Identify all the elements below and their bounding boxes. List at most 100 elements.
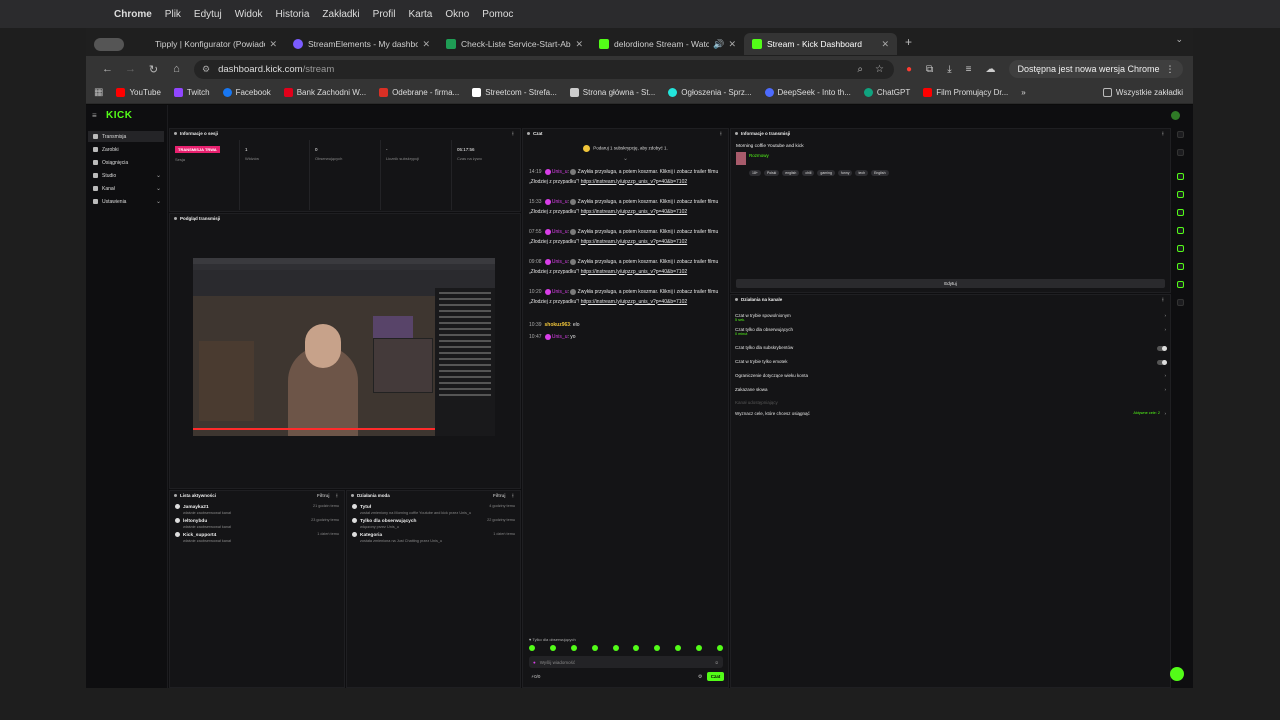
close-icon[interactable]: ✕ <box>881 39 889 50</box>
layout-side-icon[interactable] <box>1177 299 1184 306</box>
close-icon[interactable]: ✕ <box>575 39 583 50</box>
bookmark-chatgpt[interactable]: ChatGPT <box>863 88 910 97</box>
chat-username[interactable]: Unis_u <box>552 229 568 235</box>
bookmarks-overflow-icon[interactable]: » <box>1021 88 1025 97</box>
kick-logo[interactable]: KICK <box>106 110 132 121</box>
tab-kick-dashboard[interactable]: Stream - Kick Dashboard ✕ <box>744 33 897 55</box>
panel-toggle-icon[interactable] <box>1177 227 1184 234</box>
menu-edit[interactable]: Edytuj <box>194 9 222 20</box>
filter-button[interactable]: Filtruj <box>317 493 330 498</box>
chat-link[interactable]: https://instream.ly/uipzzp_unis_v?p=40&b… <box>581 209 687 215</box>
kebab-icon[interactable]: ⋮ <box>335 493 340 499</box>
hamburger-icon[interactable]: ≡ <box>92 111 97 120</box>
zoom-icon[interactable]: ⌕ <box>857 64 863 75</box>
bookmark-twitch[interactable]: Twitch <box>173 88 210 97</box>
setting-followers-only[interactable]: Czat tylko dla obserwujących 0 minut › <box>735 327 1166 336</box>
chat-username[interactable]: Unis_u <box>552 334 568 340</box>
emote-icon[interactable] <box>570 645 577 651</box>
update-chrome-button[interactable]: Dostępna jest nowa wersja Chrome ⋮ <box>1009 60 1183 78</box>
chat-username[interactable]: shokuz963 <box>545 322 571 328</box>
setting-account-age[interactable]: Ograniczenie dotyczące wieku konta › <box>735 373 1166 378</box>
nav-item-transmisja[interactable]: Transmisja <box>88 131 164 142</box>
chat-username[interactable]: Unis_u <box>552 289 568 295</box>
panel-toggle-icon[interactable] <box>1177 263 1184 270</box>
subs-only-toggle[interactable] <box>1157 346 1167 351</box>
nav-item-zarobki[interactable]: Zarobki <box>88 144 164 155</box>
forward-icon[interactable]: → <box>119 63 142 75</box>
send-chat-button[interactable]: Czat <box>707 672 724 681</box>
panel-toggle-icon[interactable] <box>1177 173 1184 180</box>
activity-name[interactable]: Kick_support4 <box>183 533 216 538</box>
extensions-icon[interactable]: ⧉ <box>926 64 933 75</box>
kebab-icon[interactable]: ⋮ <box>719 131 724 137</box>
all-bookmarks[interactable]: Wszystkie zakładki <box>1102 88 1183 97</box>
bookmark-deepseek[interactable]: DeepSeek - Into th... <box>764 88 851 97</box>
emote-only-toggle[interactable] <box>1157 360 1167 365</box>
panel-toggle-icon[interactable] <box>1177 209 1184 216</box>
chat-input[interactable]: ● Wyślij wiadomość ☺ <box>529 656 723 668</box>
nav-item-osiagniecia[interactable]: Osiągnięcia <box>88 157 164 168</box>
bookmark-facebook[interactable]: Facebook <box>222 88 271 97</box>
pen-side-icon[interactable] <box>1177 149 1184 156</box>
emote-icon[interactable] <box>549 645 556 651</box>
tab-delordione[interactable]: delordione Stream - Watch 🔊 ✕ <box>591 33 744 55</box>
stream-category[interactable]: Rozmowy <box>749 153 769 158</box>
back-icon[interactable]: ← <box>96 63 119 75</box>
kebab-icon[interactable]: ⋮ <box>1161 131 1166 137</box>
setting-slow-mode[interactable]: Czat w trybie spowolnionym 5 sek. › <box>735 313 1166 322</box>
chat-link[interactable]: https://instream.ly/uipzzp_unis_v?p=40&b… <box>581 239 687 245</box>
close-icon[interactable]: ✕ <box>269 39 277 50</box>
menu-file[interactable]: Plik <box>165 9 181 20</box>
address-bar[interactable]: ⚙ dashboard.kick.com/stream ⌕ ☆ <box>194 59 894 79</box>
tab-tipply[interactable]: Tipply | Konfigurator (Powiadomienia) ✕ <box>132 33 285 55</box>
emote-icon[interactable] <box>696 645 702 651</box>
chevron-down-icon[interactable]: ⌄ <box>623 155 628 162</box>
chat-username[interactable]: Unis_u <box>552 199 568 205</box>
emote-icon[interactable] <box>675 645 682 651</box>
settings-side-icon[interactable] <box>1177 131 1184 138</box>
activity-name[interactable]: Jamayka21 <box>183 505 209 510</box>
download-icon[interactable]: ⤓ <box>947 64 951 75</box>
profile-icon[interactable]: ☁ <box>985 64 995 75</box>
setting-banned-words[interactable]: Zakazane słowa › <box>735 387 1166 392</box>
panel-toggle-icon[interactable] <box>1177 191 1184 198</box>
help-icon[interactable] <box>1170 667 1184 681</box>
menu-bookmarks[interactable]: Zakładki <box>322 9 359 20</box>
emote-icon[interactable] <box>529 645 535 651</box>
avatar[interactable] <box>1171 111 1180 120</box>
filter-button[interactable]: Filtruj <box>493 493 506 498</box>
tab-checklist[interactable]: Check-Liste Service-Start-Abrechnung ✕ <box>438 33 591 55</box>
nav-item-studio[interactable]: Studio ⌄ <box>88 170 164 181</box>
close-icon[interactable]: ✕ <box>422 39 430 50</box>
bookmark-bank[interactable]: Bank Zachodni W... <box>283 88 366 97</box>
emote-icon[interactable] <box>591 645 598 651</box>
bookmark-strona[interactable]: Strona główna - St... <box>569 88 655 97</box>
sub-goal-banner[interactable]: Podaruj 1 subskrypcję, aby zdobyć 1. <box>523 145 728 152</box>
menu-tab[interactable]: Karta <box>408 9 432 20</box>
menu-window[interactable]: Okno <box>445 9 469 20</box>
chat-username[interactable]: Unis_u <box>552 169 568 175</box>
kebab-icon[interactable]: ⋮ <box>511 131 516 137</box>
bookmark-odebrane[interactable]: Odebrane - firma... <box>379 88 459 97</box>
panel-toggle-icon[interactable] <box>1177 281 1184 288</box>
chat-link[interactable]: https://instream.ly/uipzzp_unis_v?p=40&b… <box>581 179 687 185</box>
kebab-icon[interactable]: ⋮ <box>1166 64 1175 75</box>
menu-help[interactable]: Pomoc <box>482 9 513 20</box>
kebab-icon[interactable]: ⋮ <box>1161 297 1166 303</box>
speaker-icon[interactable]: 🔊 <box>713 39 724 50</box>
bookmark-ogloszenia[interactable]: Ogłoszenia - Sprz... <box>668 88 752 97</box>
bookmark-streetcom[interactable]: Streetcom - Strefa... <box>472 88 557 97</box>
edit-stream-button[interactable]: Edytuj <box>736 279 1165 288</box>
site-info-icon[interactable]: ⚙ <box>202 64 210 75</box>
chevron-down-icon[interactable]: ⌄ <box>1175 34 1183 45</box>
gear-icon[interactable]: ⚙ <box>698 674 702 680</box>
stream-preview-video[interactable] <box>193 258 495 436</box>
nav-item-kanal[interactable]: Kanał ⌄ <box>88 183 164 194</box>
star-icon[interactable]: ☆ <box>875 64 884 75</box>
chat-link[interactable]: https://instream.ly/uipzzp_unis_v?p=40&b… <box>581 269 687 275</box>
menu-history[interactable]: Historia <box>276 9 310 20</box>
emote-icon[interactable] <box>633 645 640 651</box>
media-icon[interactable]: ≡ <box>966 64 972 75</box>
activity-name[interactable]: leltonybdu <box>183 519 207 524</box>
menu-profile[interactable]: Profil <box>373 9 396 20</box>
